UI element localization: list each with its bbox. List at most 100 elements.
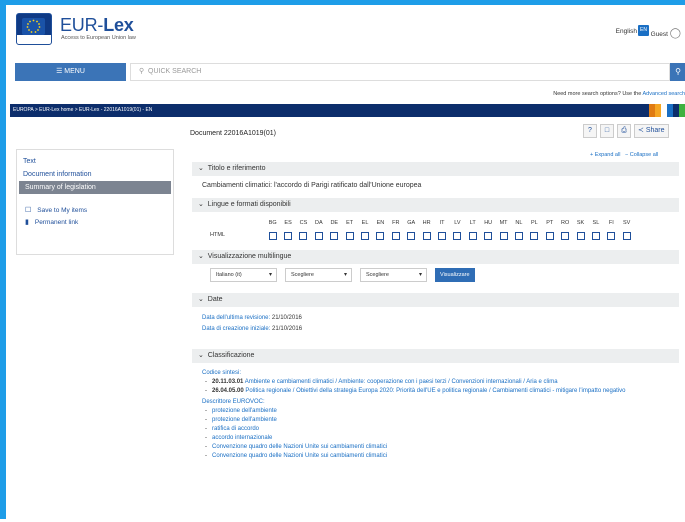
search-icon: ⚲ — [139, 68, 144, 75]
language-select-1[interactable]: Italiano (it) — [210, 268, 277, 282]
html-document-icon[interactable] — [404, 232, 419, 242]
language-select-2[interactable]: Scegliere — [285, 268, 352, 282]
html-document-icon[interactable] — [557, 232, 572, 242]
eu-flag-logo-icon[interactable] — [16, 13, 52, 45]
html-document-icon[interactable] — [511, 232, 526, 242]
section-header-classificazione[interactable]: ⌄ Classificazione — [192, 349, 679, 363]
user-icon: ◯ — [670, 28, 681, 39]
html-document-icon[interactable] — [465, 232, 480, 242]
site-tagline: Access to European Union law — [61, 35, 136, 41]
language-code: NL — [511, 220, 526, 226]
help-button[interactable]: ? — [583, 124, 597, 138]
html-document-icon[interactable] — [388, 232, 403, 242]
language-badge[interactable]: EN — [638, 25, 649, 36]
format-label: HTML — [202, 232, 265, 242]
document-title: Document 22016A1019(01) — [190, 130, 276, 137]
html-document-icon[interactable] — [542, 232, 557, 242]
classification-section: Codice sintesi: 20.11.03.01 Ambiente e c… — [192, 363, 679, 469]
guest-account[interactable]: Guest ◯ — [651, 28, 681, 39]
eurovoc-link[interactable]: Convenzione quadro delle Nazioni Unite s… — [212, 444, 387, 450]
language-code: SK — [573, 220, 588, 226]
language-code: ES — [280, 220, 295, 226]
sidebar-item-summary[interactable]: Summary of legislation — [19, 181, 171, 194]
html-document-icon[interactable] — [311, 232, 326, 242]
language-code: FR — [388, 220, 403, 226]
eurovoc-link[interactable]: ratifica di accordo — [212, 426, 259, 432]
expand-all-link[interactable]: + Expand all — [590, 152, 620, 158]
html-document-icon[interactable] — [573, 232, 588, 242]
collapse-all-link[interactable]: − Collapse all — [625, 152, 658, 158]
language-code: SV — [619, 220, 634, 226]
eurovoc-link[interactable]: Convenzione quadro delle Nazioni Unite s… — [212, 453, 387, 459]
print-icon[interactable]: ⎙ — [617, 124, 631, 138]
classification-link[interactable]: Politica regionale / Obiettivi della str… — [245, 388, 625, 394]
classification-link[interactable]: Ambiente e cambiamenti climatici / Ambie… — [245, 379, 558, 385]
language-code: IT — [434, 220, 449, 226]
sidebar-item-text[interactable]: Text — [17, 155, 173, 168]
sidebar-item-document-information[interactable]: Document information — [17, 168, 173, 181]
search-icon: ⚲ — [675, 67, 681, 76]
language-code: FI — [604, 220, 619, 226]
save-to-my-items-link[interactable]: ☐Save to My items — [17, 204, 173, 216]
language-code: PT — [542, 220, 557, 226]
language-codes-row: BGESCSDADEETELENFRGAHRITLVLTHUMTNLPLPTRO… — [192, 212, 679, 228]
advanced-search-link[interactable]: Advanced search — [643, 91, 685, 97]
section-header-lingue[interactable]: ⌄ Lingue e formati disponibili — [192, 198, 679, 212]
html-document-icon[interactable] — [604, 232, 619, 242]
language-selector[interactable]: English — [616, 28, 637, 35]
html-document-icon[interactable] — [357, 232, 372, 242]
visualize-button[interactable]: Visualizzare — [435, 268, 475, 282]
html-document-icon[interactable] — [373, 232, 388, 242]
html-document-icon[interactable] — [265, 232, 280, 242]
share-button[interactable]: ≺ Share — [634, 124, 669, 138]
language-code: HR — [419, 220, 434, 226]
pdf-icon[interactable]: □ — [600, 124, 614, 138]
eurovoc-link[interactable]: accordo internazionale — [212, 435, 272, 441]
html-document-icon[interactable] — [480, 232, 495, 242]
language-code: MT — [496, 220, 511, 226]
language-code: CS — [296, 220, 311, 226]
html-document-icon[interactable] — [619, 232, 634, 242]
language-code: GA — [404, 220, 419, 226]
document-toolbar: ? □ ⎙ ≺ Share — [583, 124, 669, 138]
section-header-date[interactable]: ⌄ Date — [192, 293, 679, 307]
permanent-link[interactable]: ▮Permanent link — [17, 216, 173, 228]
section-header-titolo[interactable]: ⌄ Titolo e riferimento — [192, 162, 679, 176]
html-document-icon[interactable] — [434, 232, 449, 242]
search-submit-button[interactable]: ⚲ — [670, 63, 685, 81]
html-document-icon[interactable] — [296, 232, 311, 242]
html-document-icon[interactable] — [496, 232, 511, 242]
html-document-icon[interactable] — [280, 232, 295, 242]
eurovoc-link[interactable]: protezione dell'ambiente — [212, 408, 277, 414]
language-code: RO — [557, 220, 572, 226]
color-stripes — [649, 104, 685, 117]
site-header: EUR-Lex Access to European Union law Eng… — [10, 8, 685, 52]
language-code: DE — [327, 220, 342, 226]
site-brand[interactable]: EUR-Lex — [60, 15, 134, 36]
section-header-visualizzazione[interactable]: ⌄ Visualizzazione multilingue — [192, 250, 679, 264]
language-code: PL — [527, 220, 542, 226]
eurovoc-link[interactable]: protezione dell'ambiente — [212, 417, 277, 423]
html-document-icon[interactable] — [588, 232, 603, 242]
language-code: HU — [480, 220, 495, 226]
language-code: BG — [265, 220, 280, 226]
expand-collapse-controls: + Expand all − Collapse all — [590, 152, 658, 158]
date-section: Data dell'ultima revisione: 21/10/2016 D… — [192, 307, 679, 343]
language-code: EN — [373, 220, 388, 226]
multilingual-controls: Italiano (it) Scegliere Scegliere Visual… — [192, 264, 679, 288]
breadcrumb: EUROPA > EUR-Lex home > EUR-Lex - 22016A… — [10, 104, 685, 117]
quick-search-input[interactable]: ⚲ QUICK SEARCH — [130, 63, 670, 81]
html-document-icon[interactable] — [419, 232, 434, 242]
document-content: ⌄ Titolo e riferimento Cambiamenti clima… — [192, 162, 679, 522]
html-document-icon[interactable] — [342, 232, 357, 242]
html-document-icon[interactable] — [527, 232, 542, 242]
document-sidebar: Text Document information Summary of leg… — [16, 149, 174, 255]
html-document-icon[interactable] — [327, 232, 342, 242]
eu-stars-icon — [22, 18, 45, 35]
language-select-3[interactable]: Scegliere — [360, 268, 427, 282]
menu-button[interactable]: ☰ MENU — [15, 63, 126, 81]
html-document-icon[interactable] — [450, 232, 465, 242]
language-code: SL — [588, 220, 603, 226]
breadcrumb-text[interactable]: EUROPA > EUR-Lex home > EUR-Lex - 22016A… — [13, 107, 152, 113]
language-code: LV — [450, 220, 465, 226]
